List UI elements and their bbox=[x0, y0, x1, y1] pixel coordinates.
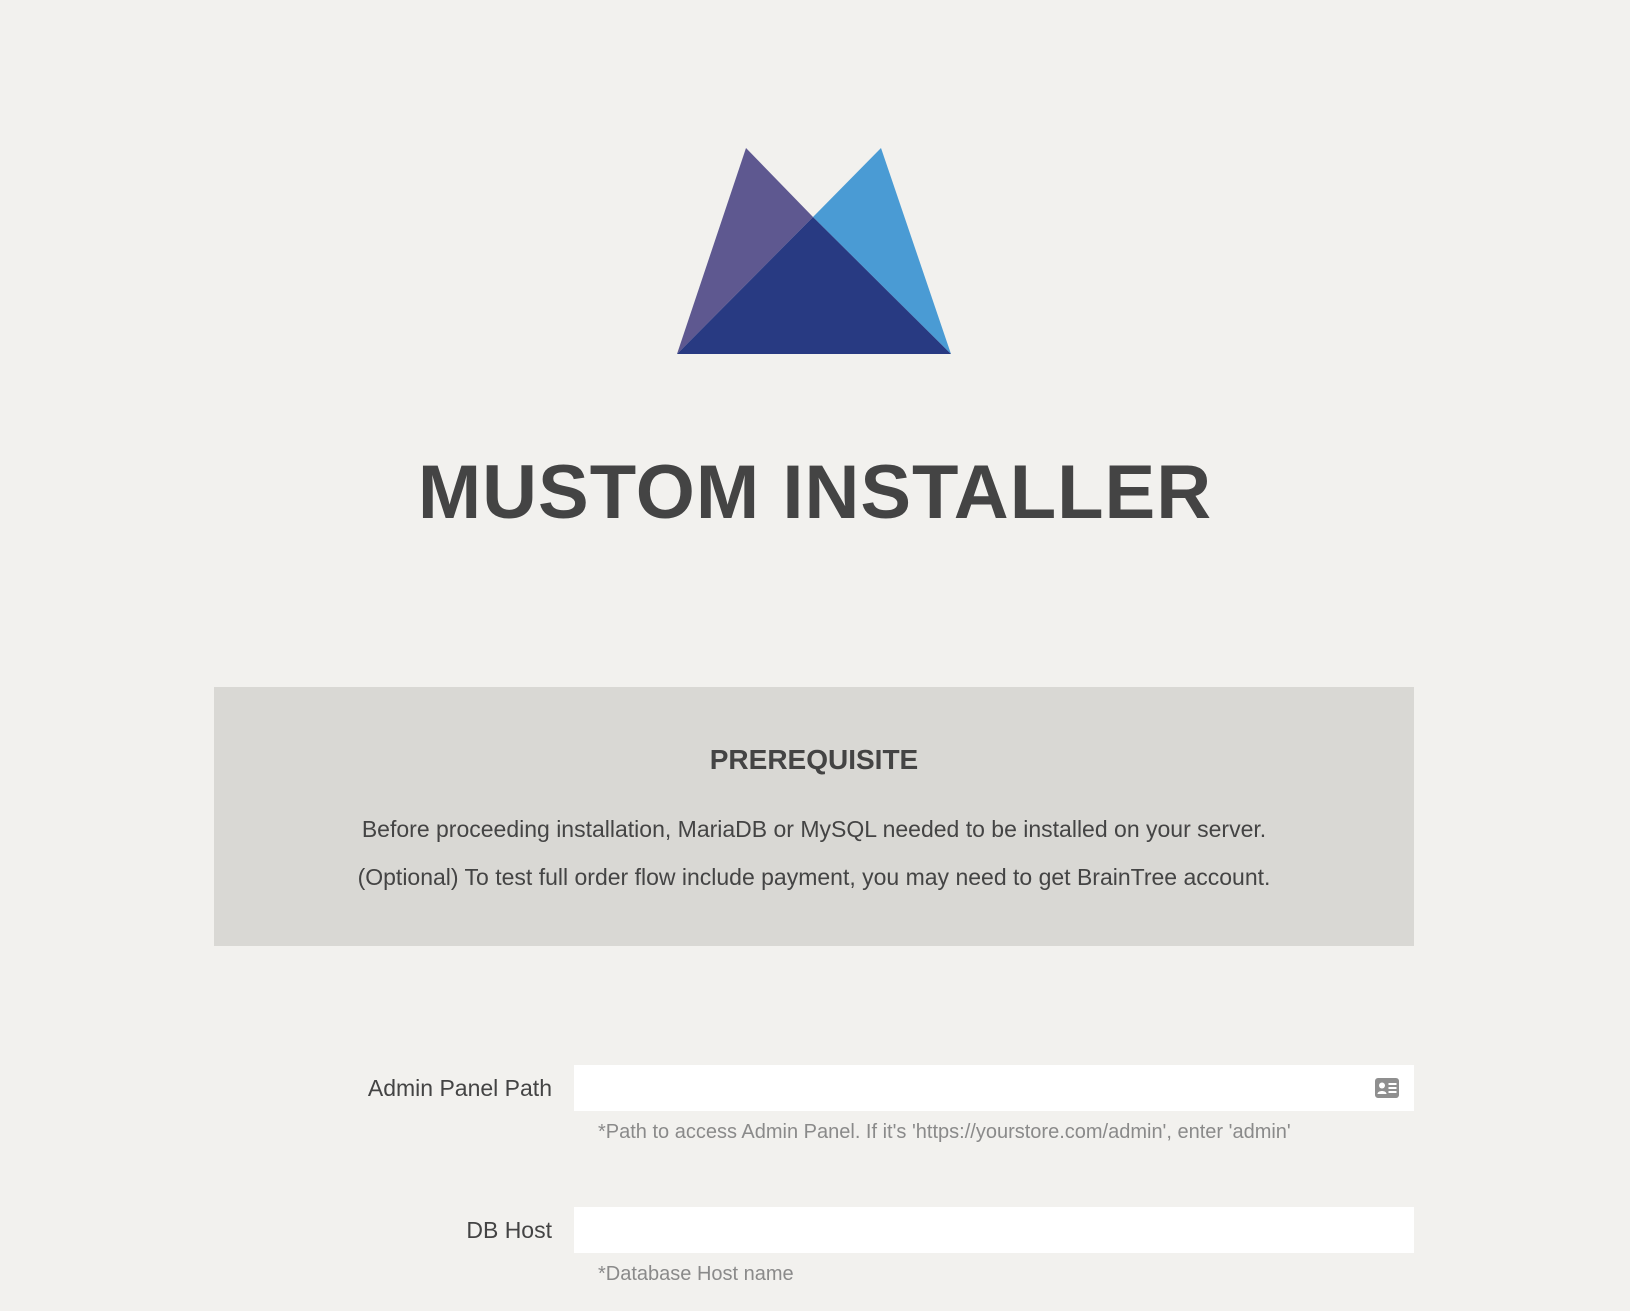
prerequisite-heading: PREREQUISITE bbox=[709, 744, 919, 775]
admin-path-field-wrapper bbox=[574, 1065, 1414, 1111]
page-title: MUSTOM INSTALLER bbox=[417, 450, 1213, 535]
db-host-input[interactable] bbox=[574, 1207, 1414, 1253]
db-host-label: DB Host bbox=[466, 1217, 552, 1243]
db-host-field-wrapper bbox=[574, 1207, 1414, 1253]
prerequisite-line-2: (Optional) To test full order flow inclu… bbox=[357, 864, 1271, 890]
admin-path-label: Admin Panel Path bbox=[367, 1075, 552, 1101]
db-host-help: *Database Host name bbox=[598, 1263, 794, 1285]
prerequisite-panel: PREREQUISITE Before proceeding installat… bbox=[214, 687, 1414, 946]
admin-path-input[interactable] bbox=[574, 1065, 1414, 1111]
contact-card-icon[interactable] bbox=[1374, 1077, 1400, 1099]
prerequisite-line-1: Before proceeding installation, MariaDB … bbox=[361, 816, 1267, 842]
admin-path-help: *Path to access Admin Panel. If it's 'ht… bbox=[598, 1121, 1291, 1143]
logo-icon bbox=[677, 148, 951, 354]
